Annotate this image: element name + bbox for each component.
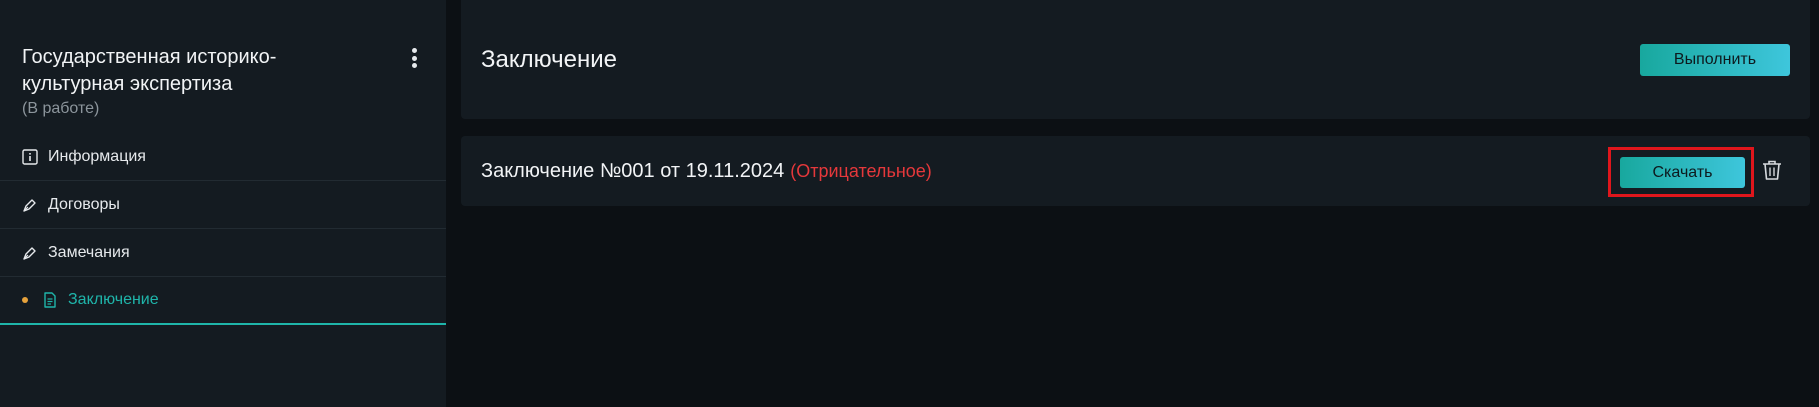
sidebar-item-conclusion[interactable]: Заключение <box>0 277 446 325</box>
highlight-frame: Скачать <box>1608 147 1754 197</box>
kebab-dot <box>411 63 417 68</box>
active-indicator-dot <box>22 297 28 303</box>
sidebar-item-label: Заключение <box>68 291 159 308</box>
pen-icon <box>22 245 38 261</box>
project-status: (В работе) <box>22 100 100 117</box>
download-button[interactable]: Скачать <box>1620 157 1745 188</box>
more-vertical-icon[interactable] <box>406 46 422 70</box>
execute-button[interactable]: Выполнить <box>1640 44 1790 76</box>
sidebar: Государственная историко-культурная эксп… <box>0 0 446 407</box>
trash-icon[interactable] <box>1760 158 1784 182</box>
conclusion-status: (Отрицательное) <box>790 161 932 181</box>
sidebar-item-contracts[interactable]: Договоры <box>0 181 446 229</box>
info-icon <box>22 148 38 165</box>
project-title: Государственная историко-культурная эксп… <box>22 46 277 95</box>
sidebar-item-label: Информация <box>48 147 146 165</box>
pen-icon <box>22 197 38 213</box>
kebab-dot <box>411 48 417 53</box>
sidebar-item-label: Договоры <box>48 195 120 213</box>
sidebar-header: Государственная историко-культурная эксп… <box>22 44 422 118</box>
conclusion-title: Заключение №001 от 19.11.2024 (Отрицатель… <box>481 160 932 183</box>
page-header: Заключение Выполнить <box>461 0 1810 119</box>
sidebar-item-remarks[interactable]: Замечания <box>0 229 446 277</box>
sidebar-item-info[interactable]: Информация <box>0 133 446 181</box>
sidebar-item-label: Замечания <box>48 243 130 261</box>
sidebar-nav: Информация Договоры Замечания Заключение <box>0 133 446 325</box>
conclusion-row: Заключение №001 от 19.11.2024 (Отрицатель… <box>461 136 1810 206</box>
page-title: Заключение <box>481 46 617 73</box>
conclusion-name: Заключение №001 от 19.11.2024 <box>481 160 785 182</box>
kebab-dot <box>411 55 417 61</box>
document-icon <box>42 292 58 308</box>
